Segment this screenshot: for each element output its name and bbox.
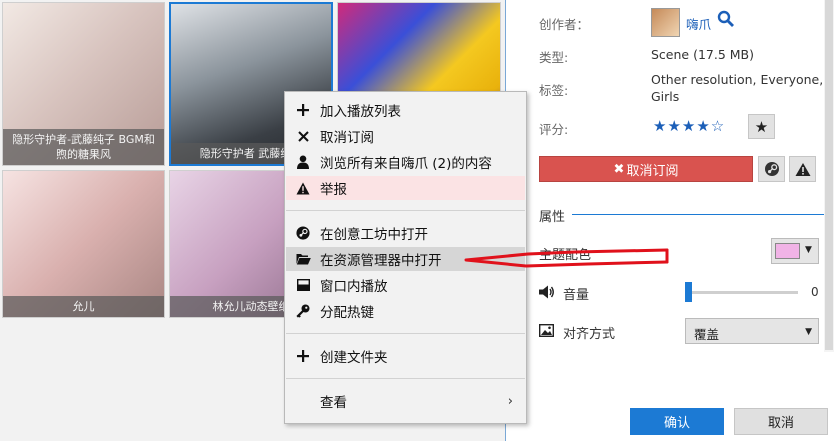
window-icon <box>296 279 310 291</box>
tags-label: 标签: <box>539 83 569 98</box>
volume-icon <box>539 285 554 299</box>
image-icon <box>539 324 554 337</box>
wallpaper-tile[interactable]: 隐形守护者-武藤纯子 BGM和煦的糖果风 <box>2 2 165 166</box>
properties-title: 属性 <box>539 210 566 225</box>
volume-slider[interactable] <box>685 291 798 294</box>
menu-item-open-explorer[interactable]: 在资源管理器中打开 <box>286 247 525 271</box>
wallpaper-engine-browser: 隐形守护者-武藤纯子 BGM和煦的糖果风 隐形守护者 武藤纯子 允儿 林允儿动态… <box>0 0 836 441</box>
menu-item-assign-hotkey[interactable]: 分配热键 <box>286 299 525 323</box>
menu-item-label: 浏览所有来自嗨爪 (2)的内容 <box>320 156 492 172</box>
tags-value-line2: Girls <box>651 89 680 104</box>
chevron-down-icon: ▼ <box>805 245 812 255</box>
properties-divider <box>572 214 828 215</box>
volume-slider-thumb[interactable] <box>685 282 692 302</box>
menu-separator <box>286 210 525 211</box>
volume-label: 音量 <box>563 288 590 303</box>
user-icon <box>297 155 309 169</box>
steam-icon <box>296 226 310 240</box>
tags-value-line1: Other resolution, Everyone, <box>651 72 824 87</box>
menu-item-view[interactable]: 查看 › <box>286 389 525 413</box>
details-panel: 创作者： 嗨爪 类型: Scene (17.5 MB) 标签: Other re… <box>512 0 836 441</box>
chevron-right-icon: › <box>507 393 513 409</box>
menu-item-label: 在创意工坊中打开 <box>320 227 428 243</box>
close-icon <box>297 130 309 142</box>
author-label: 创作者： <box>539 17 590 32</box>
warning-icon <box>795 162 810 176</box>
search-icon[interactable] <box>717 10 735 28</box>
type-label: 类型: <box>539 50 569 65</box>
menu-item-label: 加入播放列表 <box>320 104 401 120</box>
menu-item-add-playlist[interactable]: 加入播放列表 <box>286 98 525 122</box>
menu-item-report[interactable]: 举报 <box>286 176 525 200</box>
author-avatar[interactable] <box>651 8 680 37</box>
close-icon: ✖ <box>613 161 625 177</box>
key-icon <box>296 304 310 318</box>
cancel-button[interactable]: 取消 <box>734 408 828 435</box>
unsubscribe-label: 取消订阅 <box>626 163 679 179</box>
wallpaper-caption: 隐形守护者-武藤纯子 BGM和煦的糖果风 <box>3 129 164 165</box>
panel-scrollbar-thumb[interactable] <box>825 0 833 350</box>
menu-item-unsubscribe[interactable]: 取消订阅 <box>286 124 525 148</box>
theme-color-swatch <box>775 243 800 259</box>
menu-item-create-folder[interactable]: 创建文件夹 <box>286 344 525 368</box>
ok-button[interactable]: 确认 <box>630 408 724 435</box>
author-name-link[interactable]: 嗨爪 <box>686 14 711 33</box>
plus-icon <box>297 104 309 116</box>
menu-item-label: 创建文件夹 <box>320 350 388 366</box>
menu-item-label: 窗口内播放 <box>320 279 388 295</box>
theme-color-label: 主题配色 <box>539 248 592 263</box>
alignment-select[interactable]: 覆盖 ▼ <box>685 318 819 344</box>
menu-separator <box>286 378 525 379</box>
wallpaper-tile[interactable]: 允儿 <box>2 170 165 318</box>
rate-button[interactable]: ★ <box>748 114 775 139</box>
panel-scrollbar[interactable] <box>824 0 834 352</box>
unsubscribe-button[interactable]: ✖ 取消订阅 <box>539 156 753 182</box>
menu-item-label: 分配热键 <box>320 305 374 321</box>
volume-value: 0 <box>811 285 819 299</box>
rating-label: 评分: <box>539 122 569 137</box>
star-icon: ★ <box>754 117 769 136</box>
menu-item-label: 举报 <box>320 182 347 198</box>
menu-item-browse-author[interactable]: 浏览所有来自嗨爪 (2)的内容 <box>286 150 525 174</box>
chevron-down-icon: ▼ <box>805 327 812 337</box>
menu-item-label: 取消订阅 <box>320 130 374 146</box>
menu-item-label: 查看 <box>320 395 347 411</box>
context-menu: 加入播放列表 取消订阅 浏览所有来自嗨爪 (2)的内容 举报 在创意工坊中打开 … <box>284 91 527 424</box>
alignment-value: 覆盖 <box>694 327 720 342</box>
folder-open-icon <box>296 254 311 265</box>
steam-icon <box>764 162 779 176</box>
menu-item-label: 在资源管理器中打开 <box>320 253 442 269</box>
wallpaper-caption: 允儿 <box>3 296 164 317</box>
menu-separator <box>286 333 525 334</box>
menu-item-play-window[interactable]: 窗口内播放 <box>286 273 525 297</box>
plus-icon <box>297 350 309 362</box>
theme-color-picker[interactable]: ▼ <box>771 238 819 264</box>
type-value: Scene (17.5 MB) <box>651 47 755 62</box>
alignment-label: 对齐方式 <box>563 327 616 342</box>
steam-button[interactable] <box>758 156 785 182</box>
menu-item-open-workshop[interactable]: 在创意工坊中打开 <box>286 221 525 245</box>
rating-stars: ★★★★☆ <box>653 117 726 135</box>
report-button[interactable] <box>789 156 816 182</box>
warning-icon <box>296 182 310 194</box>
